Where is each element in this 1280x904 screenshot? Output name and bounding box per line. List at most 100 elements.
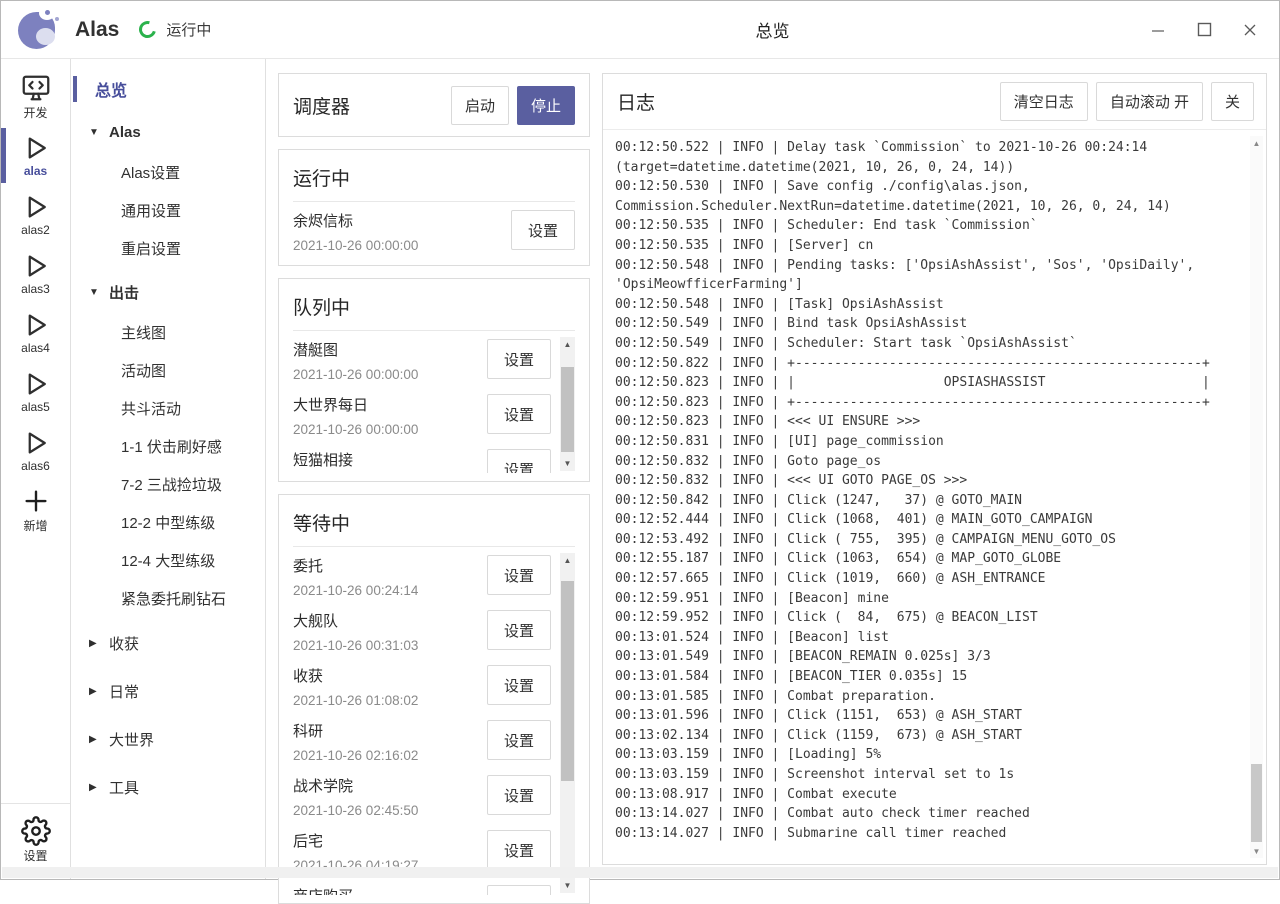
rail-item-alas5[interactable]: alas5 <box>1 362 70 421</box>
sidebar-group-label: Alas <box>109 124 141 141</box>
rail-item-label: alas4 <box>21 341 50 355</box>
horizontal-scrollbar-track[interactable] <box>2 867 1278 878</box>
running-card-title: 运行中 <box>293 162 575 201</box>
rail-item-label: alas <box>24 164 47 178</box>
waiting-scrollbar[interactable]: ▲ ▼ <box>560 553 575 893</box>
app-window: Alas 运行中 总览 开发 alas alas2 alas3 alas4 alas5 al… <box>0 0 1280 880</box>
log-line: 00:12:50.549 | INFO | Scheduler: Start t… <box>615 334 1244 354</box>
sidebar-group-5[interactable]: ▶大世界 <box>71 717 265 761</box>
task-setting-button[interactable]: 设置 <box>487 394 551 434</box>
instance-rail: 开发 alas alas2 alas3 alas4 alas5 alas6新增 设置 <box>1 59 71 879</box>
task-setting-button[interactable]: 设置 <box>487 775 551 815</box>
task-setting-button[interactable]: 设置 <box>487 830 551 870</box>
pending-card-title: 队列中 <box>293 291 575 330</box>
rail-item-alas4[interactable]: alas4 <box>1 303 70 362</box>
sidebar-item-2-7[interactable]: 紧急委托刷钻石 <box>71 579 265 617</box>
maximize-button[interactable] <box>1185 13 1223 47</box>
autoscroll-off-button[interactable]: 关 <box>1211 82 1254 121</box>
task-name: 科研 <box>293 720 418 741</box>
sidebar-group-6[interactable]: ▶工具 <box>71 765 265 809</box>
task-next-run-time: 2021-10-26 00:24:14 <box>293 583 418 598</box>
scroll-up-icon[interactable]: ▲ <box>560 553 575 568</box>
scroll-up-icon[interactable]: ▲ <box>560 337 575 352</box>
scroll-down-icon[interactable]: ▼ <box>560 456 575 471</box>
rail-item-dev[interactable]: 开发 <box>1 67 70 126</box>
rail-item-settings[interactable]: 设置 <box>1 810 70 869</box>
sidebar-item-2-5[interactable]: 12-2 中型练级 <box>71 503 265 541</box>
task-name: 潜艇图 <box>293 339 418 360</box>
rail-item-alas2[interactable]: alas2 <box>1 185 70 244</box>
rail-item-alas6[interactable]: alas6 <box>1 421 70 480</box>
scrollbar-thumb[interactable] <box>1251 764 1262 842</box>
rail-item-alas[interactable]: alas <box>1 126 70 185</box>
log-panel: 日志 清空日志 自动滚动 开 关 00:12:50.522 | INFO | D… <box>602 73 1267 865</box>
task-setting-button[interactable]: 设置 <box>487 885 551 895</box>
sidebar-item-2-3[interactable]: 1-1 伏击刷好感 <box>71 427 265 465</box>
pending-scrollbar[interactable]: ▲ ▼ <box>560 337 575 471</box>
log-line: 00:12:50.535 | INFO | Scheduler: End tas… <box>615 216 1244 236</box>
task-setting-button[interactable]: 设置 <box>487 449 551 473</box>
sidebar-item-2-1[interactable]: 活动图 <box>71 351 265 389</box>
dev-monitor-icon <box>21 73 51 103</box>
autoscroll-on-button[interactable]: 自动滚动 开 <box>1096 82 1203 121</box>
scheduler-start-button[interactable]: 启动 <box>451 86 509 125</box>
task-setting-button[interactable]: 设置 <box>511 210 575 250</box>
task-next-run-time: 2021-10-26 02:45:50 <box>293 803 418 818</box>
scrollbar-thumb[interactable] <box>561 367 574 452</box>
log-line: 00:12:55.187 | INFO | Click (1063, 654) … <box>615 549 1244 569</box>
sidebar-group-4[interactable]: ▶日常 <box>71 669 265 713</box>
sidebar-item-1-1[interactable]: 通用设置 <box>71 191 265 229</box>
close-icon <box>1243 23 1257 37</box>
minimize-button[interactable] <box>1139 13 1177 47</box>
task-name: 大舰队 <box>293 610 418 631</box>
scroll-down-icon[interactable]: ▼ <box>560 878 575 893</box>
log-line: 00:13:01.584 | INFO | [BEACON_TIER 0.035… <box>615 667 1244 687</box>
task-info: 商店购买 <box>293 885 353 895</box>
sidebar-item-2-2[interactable]: 共斗活动 <box>71 389 265 427</box>
sidebar-item-label: 主线图 <box>121 322 166 343</box>
log-scrollbar[interactable]: ▲ ▼ <box>1250 136 1263 858</box>
sidebar-item-1-2[interactable]: 重启设置 <box>71 229 265 267</box>
log-line: 00:13:01.524 | INFO | [Beacon] list <box>615 628 1244 648</box>
play-icon <box>21 192 51 222</box>
task-name: 收获 <box>293 665 418 686</box>
task-next-run-time: 2021-10-26 01:08:02 <box>293 693 418 708</box>
task-setting-button[interactable]: 设置 <box>487 610 551 650</box>
app-logo-icon <box>15 7 61 53</box>
log-line: 00:13:03.159 | INFO | Screenshot interva… <box>615 765 1244 785</box>
scheduler-title: 调度器 <box>293 92 350 119</box>
main-content: 调度器 启动 停止 运行中 余烬信标2021-10-26 00:00:00设置 … <box>266 59 1279 879</box>
rail-item-alas3[interactable]: alas3 <box>1 244 70 303</box>
rail-item-add[interactable]: 新增 <box>1 480 70 539</box>
sidebar-item-2-6[interactable]: 12-4 大型练级 <box>71 541 265 579</box>
task-setting-button[interactable]: 设置 <box>487 665 551 705</box>
sidebar-item-2-0[interactable]: 主线图 <box>71 313 265 351</box>
scroll-down-icon[interactable]: ▼ <box>1250 844 1263 858</box>
rail-item-label: alas5 <box>21 400 50 414</box>
close-button[interactable] <box>1231 13 1269 47</box>
log-title: 日志 <box>617 88 655 115</box>
scrollbar-thumb[interactable] <box>561 581 574 781</box>
task-name: 后宅 <box>293 830 418 851</box>
rail-item-label: alas3 <box>21 282 50 296</box>
scheduler-stop-button[interactable]: 停止 <box>517 86 575 125</box>
maximize-icon <box>1197 22 1212 37</box>
sidebar-item-label: 1-1 伏击刷好感 <box>121 436 222 457</box>
scroll-up-icon[interactable]: ▲ <box>1250 136 1263 150</box>
caret-right-icon: ▶ <box>89 638 109 649</box>
sidebar-group-2[interactable]: ▼出击 <box>71 271 265 313</box>
sidebar-item-2-4[interactable]: 7-2 三战捡垃圾 <box>71 465 265 503</box>
task-setting-button[interactable]: 设置 <box>487 555 551 595</box>
sidebar-item-1-0[interactable]: Alas设置 <box>71 153 265 191</box>
task-setting-button[interactable]: 设置 <box>487 339 551 379</box>
play-icon <box>21 369 51 399</box>
sidebar-item-overview[interactable]: 总览 <box>71 71 265 107</box>
log-line: 00:12:50.832 | INFO | Goto page_os <box>615 452 1244 472</box>
play-icon <box>21 133 51 163</box>
task-name: 短猫相接 <box>293 449 418 470</box>
task-setting-button[interactable]: 设置 <box>487 720 551 760</box>
clear-log-button[interactable]: 清空日志 <box>1000 82 1088 121</box>
sidebar-group-3[interactable]: ▶收获 <box>71 621 265 665</box>
task-row: 余烬信标2021-10-26 00:00:00设置 <box>293 202 575 257</box>
sidebar-group-1[interactable]: ▼Alas <box>71 111 265 153</box>
